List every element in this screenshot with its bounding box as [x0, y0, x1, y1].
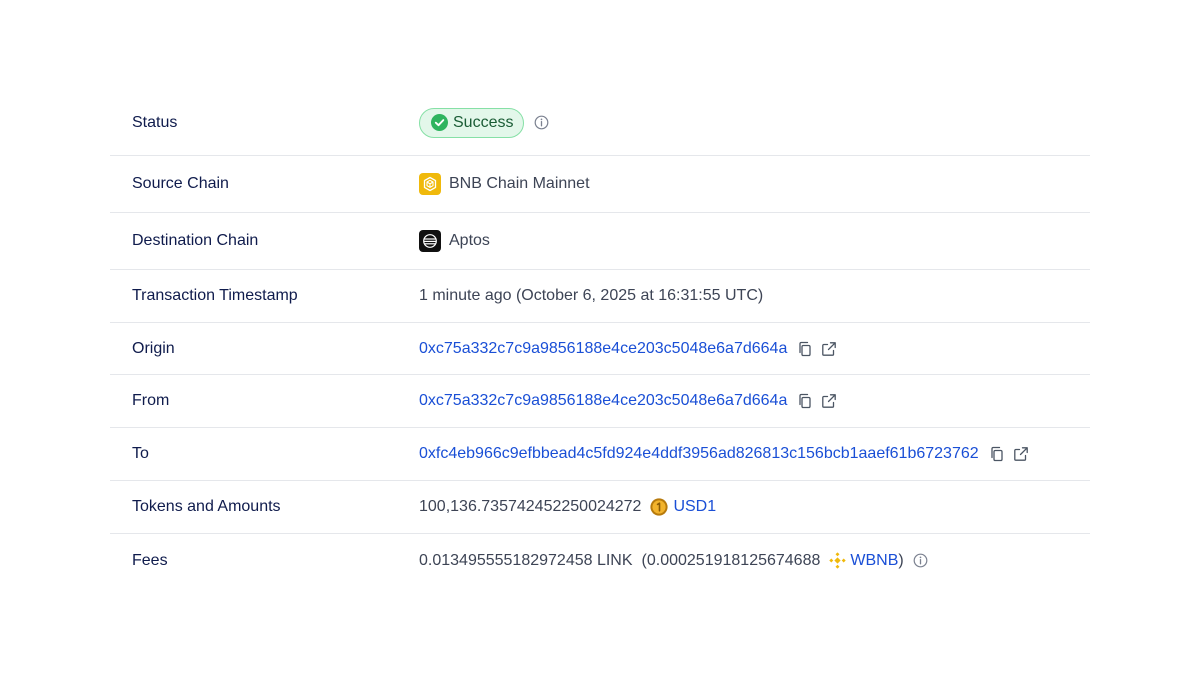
external-link-icon[interactable] [821, 393, 837, 409]
from-value: 0xc75a332c7c9a9856188e4ce203c5048e6a7d66… [419, 392, 837, 410]
origin-value: 0xc75a332c7c9a9856188e4ce203c5048e6a7d66… [419, 340, 837, 358]
to-label: To [132, 445, 149, 462]
status-value: Success [419, 107, 549, 138]
destination-chain-row: Destination Chain Aptos [110, 213, 1090, 270]
wbnb-token-link[interactable]: WBNB [850, 552, 898, 570]
check-circle-icon [431, 114, 448, 131]
tokens-row: Tokens and Amounts 100,136.7357424522500… [110, 481, 1090, 534]
from-label: From [132, 392, 170, 409]
external-link-icon[interactable] [821, 341, 837, 357]
usd1-token-link[interactable]: USD1 [673, 498, 716, 516]
to-address-link[interactable]: 0xfc4eb966c9efbbead4c5fd924e4ddf3956ad82… [419, 445, 979, 463]
copy-icon[interactable] [797, 393, 813, 409]
from-address-link[interactable]: 0xc75a332c7c9a9856188e4ce203c5048e6a7d66… [419, 392, 787, 410]
transaction-details-table: Status Success Source Chain BNB Chain Ma… [110, 90, 1090, 587]
wbnb-token-icon [829, 552, 847, 569]
token-amount: 100,136.735742452250024272 [419, 498, 642, 515]
info-icon[interactable] [913, 553, 928, 568]
copy-icon[interactable] [989, 446, 1005, 462]
fees-value: 0.013495555182972458 LINK ( 0.0002519181… [419, 552, 928, 570]
destination-chain-name: Aptos [449, 232, 490, 249]
source-chain-value: BNB Chain Mainnet [419, 173, 590, 195]
bnb-chain-icon [419, 173, 441, 195]
source-chain-label: Source Chain [132, 175, 229, 192]
origin-row: Origin 0xc75a332c7c9a9856188e4ce203c5048… [110, 323, 1090, 375]
status-text: Success [453, 113, 514, 131]
to-row: To 0xfc4eb966c9efbbead4c5fd924e4ddf3956a… [110, 428, 1090, 481]
external-link-icon[interactable] [1013, 446, 1029, 462]
info-icon[interactable] [534, 115, 549, 130]
copy-icon[interactable] [797, 341, 813, 357]
fees-label: Fees [132, 551, 168, 569]
status-label: Status [132, 113, 178, 131]
status-row: Status Success [110, 90, 1090, 156]
from-row: From 0xc75a332c7c9a9856188e4ce203c5048e6… [110, 375, 1090, 428]
tokens-label: Tokens and Amounts [132, 498, 281, 515]
aptos-icon [419, 230, 441, 252]
fees-row: Fees 0.013495555182972458 LINK ( 0.00025… [110, 534, 1090, 587]
timestamp-label: Transaction Timestamp [132, 287, 298, 304]
fee-link-amount: 0.013495555182972458 LINK [419, 551, 633, 569]
timestamp-row: Transaction Timestamp 1 minute ago (Octo… [110, 270, 1090, 323]
tokens-value: 100,136.735742452250024272 USD1 [419, 498, 716, 516]
fee-close-paren: ) [898, 551, 904, 569]
origin-address-link[interactable]: 0xc75a332c7c9a9856188e4ce203c5048e6a7d66… [419, 340, 787, 358]
usd1-token-icon [650, 498, 669, 516]
source-chain-row: Source Chain BNB Chain Mainnet [110, 156, 1090, 213]
source-chain-name: BNB Chain Mainnet [449, 175, 590, 192]
origin-label: Origin [132, 339, 175, 357]
fee-native-amount: 0.000251918125674688 [646, 551, 821, 569]
destination-chain-label: Destination Chain [132, 232, 259, 249]
status-badge: Success [419, 107, 525, 138]
timestamp-value: 1 minute ago (October 6, 2025 at 16:31:5… [419, 287, 764, 304]
to-value: 0xfc4eb966c9efbbead4c5fd924e4ddf3956ad82… [419, 445, 1029, 463]
destination-chain-value: Aptos [419, 230, 490, 252]
